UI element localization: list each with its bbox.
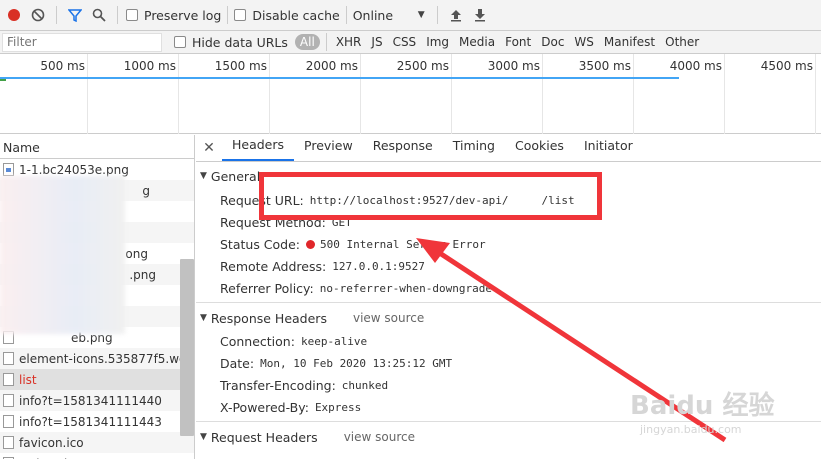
baidu-watermark-url: jingyan.baidu.com (640, 423, 742, 436)
baidu-watermark: Baidu 经验 (630, 391, 775, 421)
